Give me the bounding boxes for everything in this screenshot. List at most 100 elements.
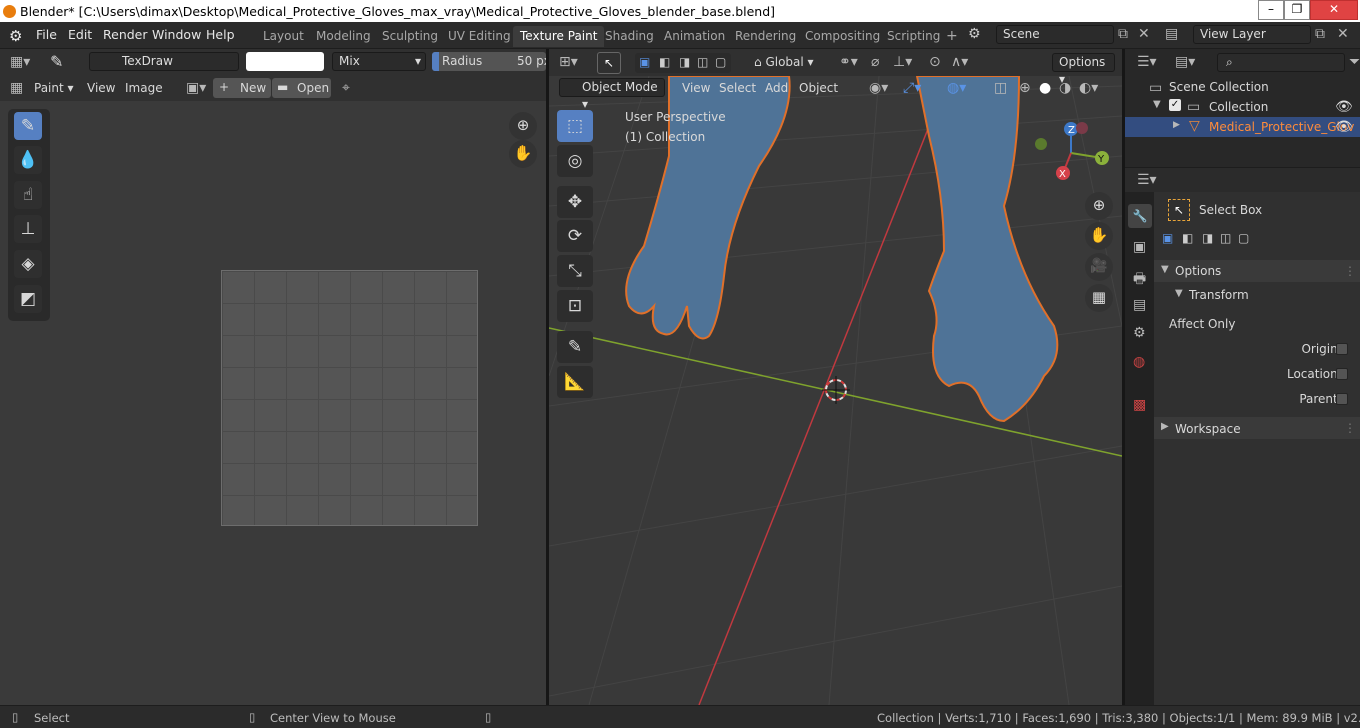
transform-header-label[interactable]: Transform — [1189, 288, 1249, 302]
menu-window[interactable]: Window — [152, 27, 201, 42]
brush-color-swatch[interactable] — [246, 52, 324, 71]
tab-compositing[interactable]: Compositing — [798, 26, 887, 47]
delete-view-layer-icon[interactable]: ✕ — [1337, 26, 1349, 42]
tab-scripting[interactable]: Scripting — [880, 26, 947, 47]
world-tab-icon[interactable]: ◍ — [1133, 354, 1145, 370]
object-visibility-eye-icon[interactable]: 👁 — [1335, 119, 1353, 135]
collection-checkbox[interactable]: ✓ — [1169, 99, 1181, 111]
move-tool[interactable]: ✥ — [557, 186, 593, 218]
locations-checkbox[interactable] — [1336, 368, 1348, 380]
camera-view-icon[interactable]: 🎥 — [1085, 253, 1113, 281]
editor-type-3d-icon[interactable]: ⊞▾ — [559, 54, 578, 70]
object-name-label[interactable]: Medical_Protective_Glov — [1209, 120, 1354, 134]
menu-view-image[interactable]: View — [87, 81, 115, 95]
parents-checkbox[interactable] — [1336, 393, 1348, 405]
origins-checkbox[interactable] — [1336, 343, 1348, 355]
select-box-tool[interactable]: ⬚ — [557, 110, 593, 142]
viewport-pan-icon[interactable]: ✋ — [1085, 222, 1113, 250]
mask-tool[interactable]: ◩ — [14, 285, 42, 313]
tab-texture-paint[interactable]: Texture Paint — [513, 26, 605, 47]
object-mode-select[interactable]: Object Mode ▾ — [559, 78, 665, 111]
brush-icon[interactable]: ✎ — [50, 52, 63, 71]
view-layer-icon[interactable]: ▤ — [1165, 26, 1178, 42]
open-image-button[interactable]: ▬ Open — [272, 78, 331, 98]
add-workspace-icon[interactable]: + — [946, 28, 958, 44]
subtract-selection-icon[interactable]: ◨ — [679, 55, 690, 69]
tab-modeling[interactable]: Modeling — [309, 26, 378, 47]
right-glove-mesh[interactable] — [915, 76, 1059, 423]
radius-slider[interactable]: Radius 50 px — [432, 52, 546, 71]
texture-tab-icon[interactable]: ▩ — [1133, 397, 1146, 413]
selection-mode-buttons[interactable]: ▣ ◧ ◨ ◫ ▢ — [635, 53, 731, 73]
proportional-edit-icon[interactable]: ⊙ — [929, 54, 941, 70]
solid-shading-icon[interactable]: ● — [1039, 80, 1051, 96]
ortho-toggle-icon[interactable]: ▦ — [1085, 284, 1113, 312]
menu-add[interactable]: Add — [765, 81, 788, 95]
brush-name-field[interactable]: TexDraw — [89, 52, 239, 71]
xray-icon[interactable]: ◫ — [994, 80, 1007, 96]
pan-hand-icon[interactable]: ✋ — [509, 140, 537, 168]
workspace-drag-handle-icon[interactable]: ⋮⋮ — [1344, 421, 1360, 435]
rendered-shading-icon[interactable]: ◐▾ — [1079, 80, 1098, 96]
smear-tool[interactable]: ☝ — [14, 181, 42, 209]
paint-mode-select[interactable]: Paint ▾ — [34, 81, 74, 95]
scale-tool[interactable]: ⤡ — [557, 255, 593, 287]
annotate-tool[interactable]: ✎ — [557, 331, 593, 363]
menu-render[interactable]: Render — [103, 27, 148, 42]
snap-target-icon[interactable]: ⊥▾ — [893, 54, 912, 70]
transform-collapse-icon[interactable]: ▼ — [1175, 288, 1183, 299]
intersect-selection-tool-icon[interactable]: ▢ — [1238, 231, 1249, 245]
pin-icon[interactable]: ⌖ — [342, 80, 350, 96]
measure-tool[interactable]: 📐 — [557, 366, 593, 398]
wireframe-shading-icon[interactable]: ⊕ — [1019, 80, 1031, 96]
tab-uv-editing[interactable]: UV Editing — [441, 26, 518, 47]
collection-visibility-eye-icon[interactable]: 👁 — [1335, 99, 1353, 115]
new-view-layer-icon[interactable]: ⧉ — [1315, 26, 1325, 42]
tab-rendering[interactable]: Rendering — [728, 26, 803, 47]
view-layer-field[interactable]: View Layer — [1193, 25, 1311, 44]
tab-sculpting[interactable]: Sculpting — [375, 26, 445, 47]
tool-tab-icon[interactable]: 🔧 — [1128, 204, 1152, 228]
fill-tool[interactable]: ◈ — [14, 250, 42, 278]
orientation-select[interactable]: ⌂ Global ▾ — [754, 55, 814, 69]
properties-editor-icon[interactable]: ☰▾ — [1137, 172, 1157, 188]
menu-object[interactable]: Object — [799, 81, 838, 95]
image-browse-icon[interactable]: ▣▾ — [186, 80, 206, 96]
intersect-selection-icon[interactable]: ▢ — [715, 55, 726, 69]
minimize-button[interactable]: – — [1258, 0, 1284, 20]
paint-canvas-image[interactable] — [221, 270, 478, 526]
scene-collection-label[interactable]: Scene Collection — [1169, 80, 1269, 94]
drag-handle-icon[interactable]: ⋮⋮ — [1344, 264, 1360, 278]
menu-image[interactable]: Image — [125, 81, 163, 95]
overlay-toggle-icon[interactable]: ◍▾ — [947, 80, 966, 96]
menu-help[interactable]: Help — [206, 27, 235, 42]
subtract-selection-tool-icon[interactable]: ◨ — [1202, 231, 1213, 245]
select-tool-icon[interactable]: ↖ — [597, 52, 621, 74]
tab-animation[interactable]: Animation — [657, 26, 732, 47]
pivot-point-icon[interactable]: ⚭▾ — [839, 54, 858, 70]
snap-icon[interactable]: ⌀ — [871, 54, 879, 70]
maximize-button[interactable]: ❐ — [1284, 0, 1310, 20]
draw-brush-tool[interactable]: ✎ — [14, 112, 42, 140]
menu-edit[interactable]: Edit — [68, 27, 92, 42]
render-tab-icon[interactable]: ▣ — [1133, 239, 1146, 255]
object-expand-arrow-icon[interactable]: ▶ — [1173, 120, 1180, 130]
3d-viewport[interactable]: Z Y X — [549, 76, 1122, 705]
editor-type-icon[interactable]: ▦▾ — [10, 54, 30, 70]
delete-scene-icon[interactable]: ✕ — [1138, 26, 1150, 42]
collection-label[interactable]: Collection — [1209, 100, 1268, 114]
menu-view-3d[interactable]: View — [682, 81, 710, 95]
rotate-tool[interactable]: ⟳ — [557, 220, 593, 252]
soften-tool[interactable]: 💧 — [14, 146, 42, 174]
outliner-search-input[interactable]: ⌕ — [1217, 53, 1345, 72]
tab-layout[interactable]: Layout — [256, 26, 311, 47]
display-mode-icon[interactable]: ▤▾ — [1175, 54, 1195, 70]
visibility-eye-icon[interactable]: ◉▾ — [869, 80, 888, 96]
blend-mode-select[interactable]: Mix ▾ — [332, 52, 426, 71]
new-scene-icon[interactable]: ⧉ — [1118, 26, 1128, 42]
transform-tool[interactable]: ⊡ — [557, 290, 593, 322]
new-selection-icon[interactable]: ▣ — [1162, 231, 1173, 245]
scene-name-field[interactable]: Scene — [996, 25, 1114, 44]
viewport-zoom-icon[interactable]: ⊕ — [1085, 192, 1113, 220]
expand-arrow-icon[interactable]: ▼ — [1153, 99, 1161, 110]
